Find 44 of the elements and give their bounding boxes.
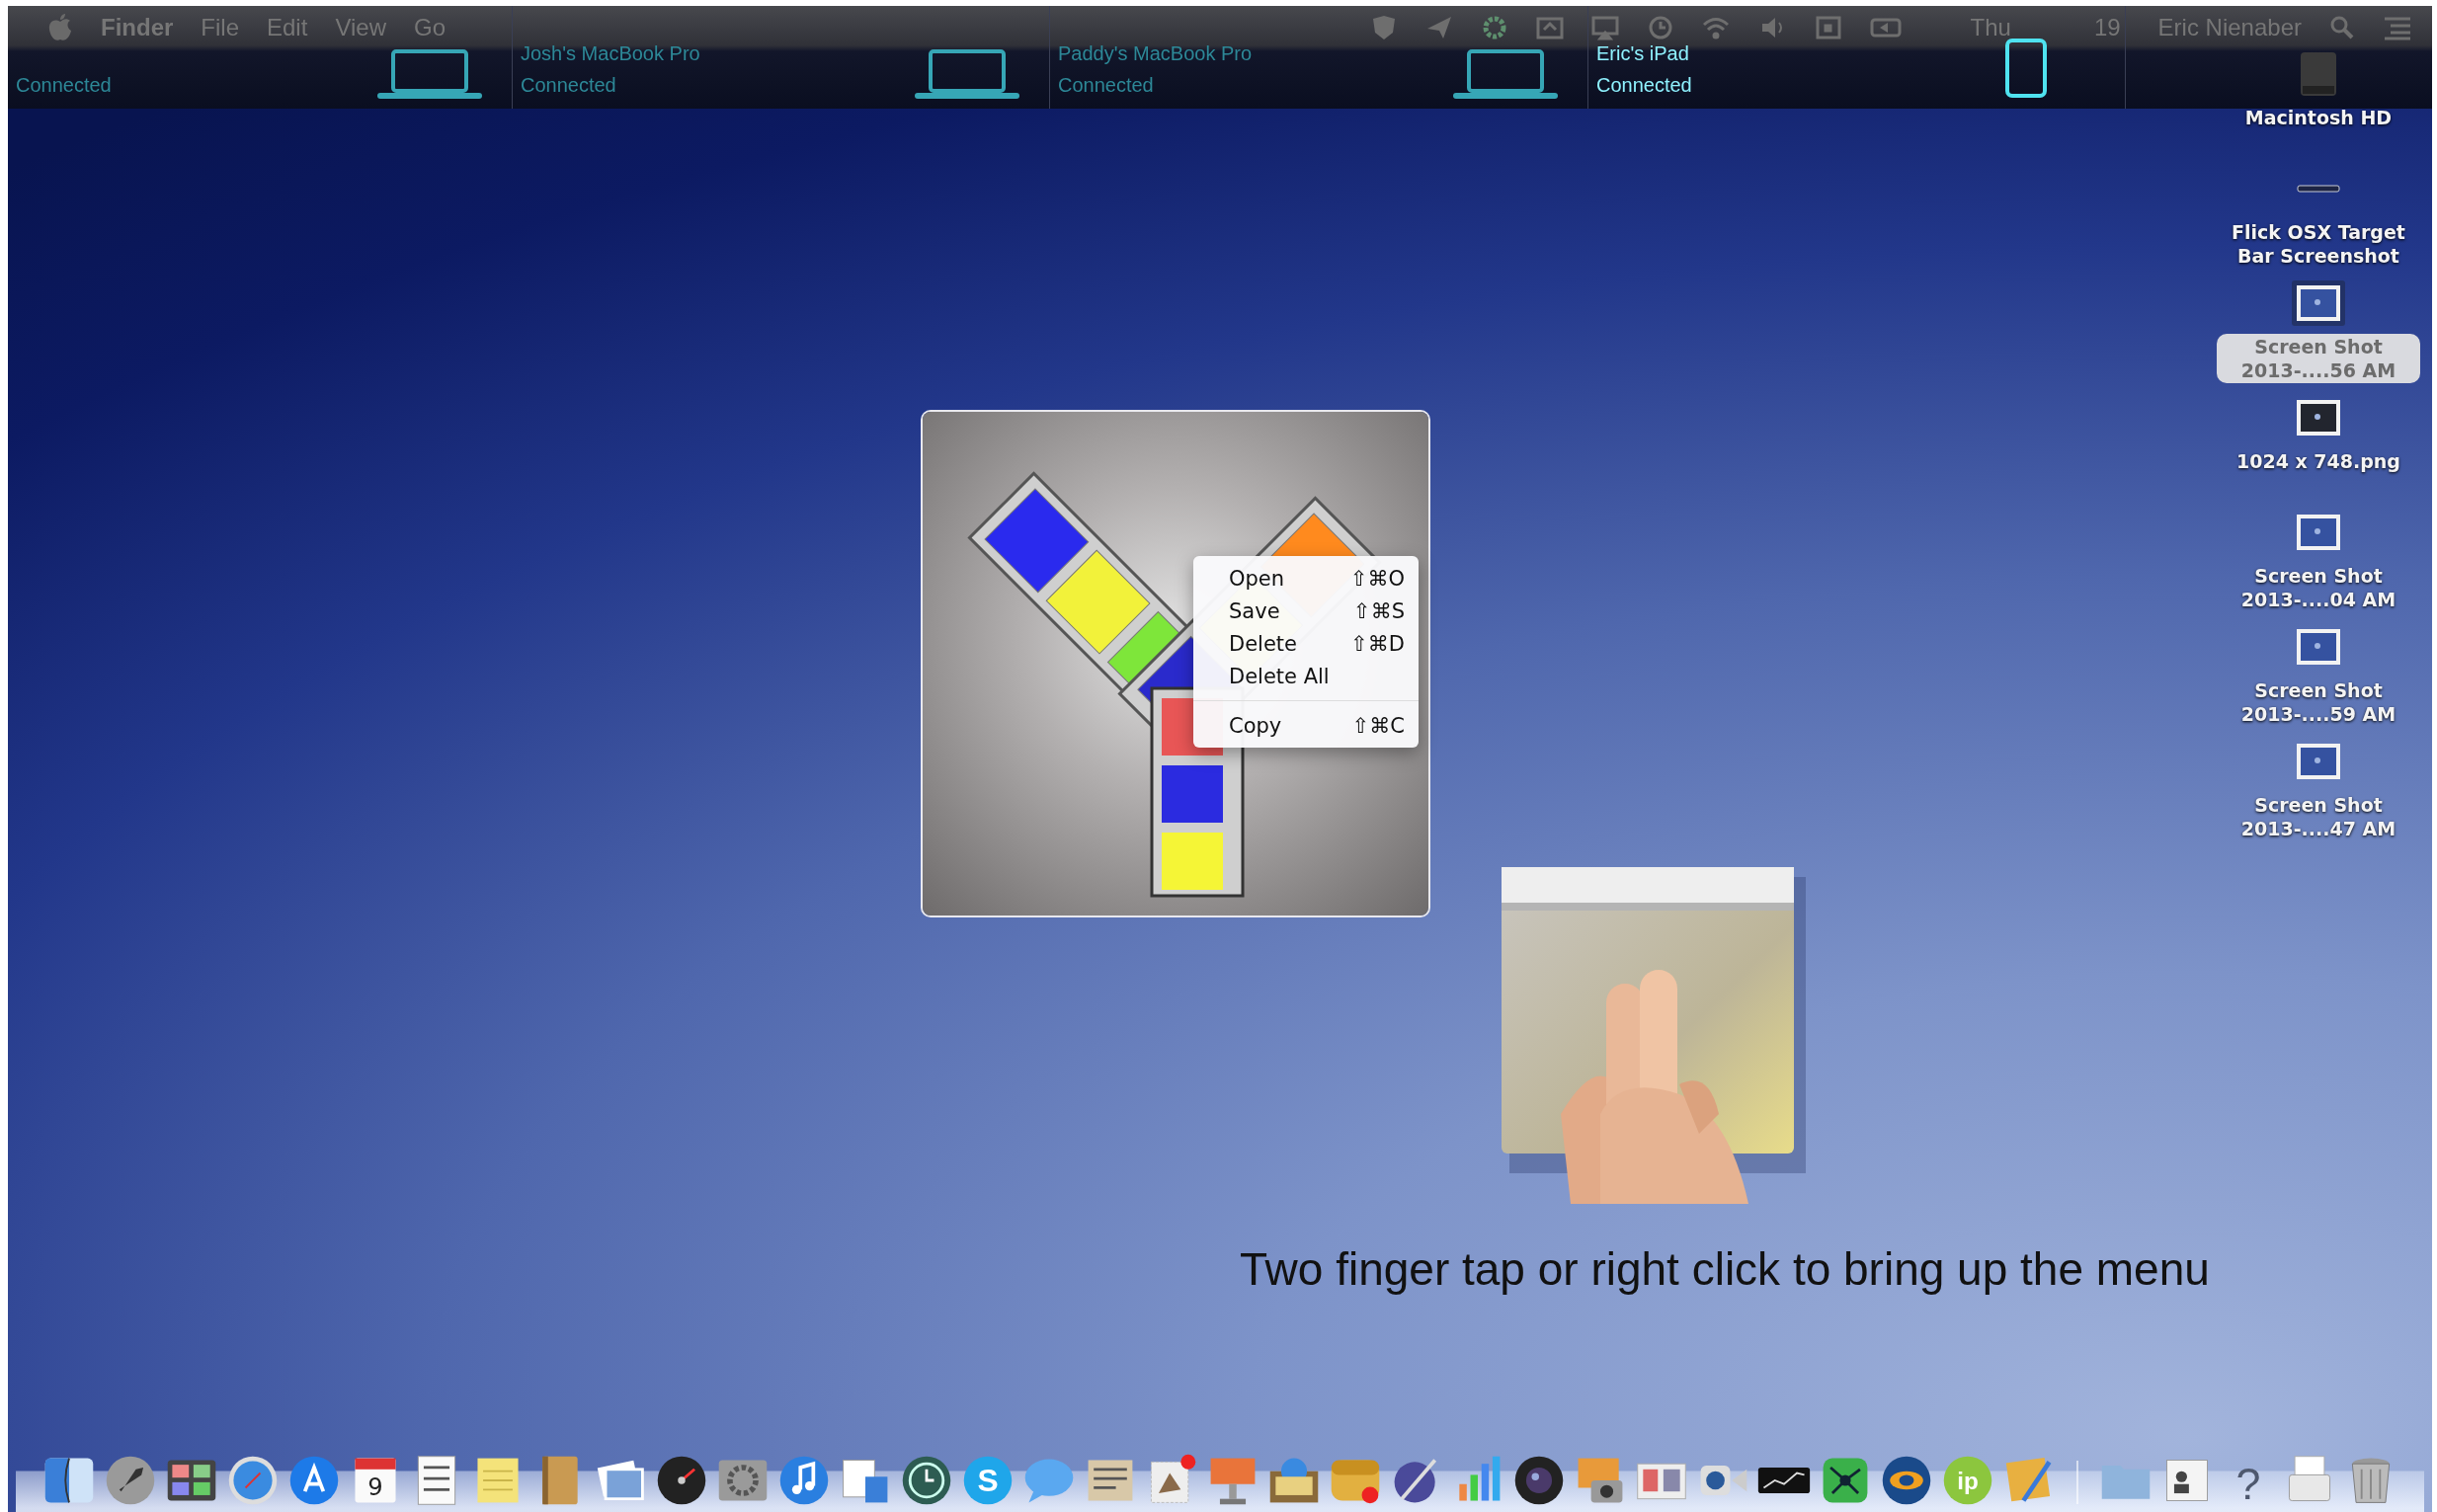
image-thumbnail-icon bbox=[2296, 743, 2341, 780]
image-thumbnail-icon bbox=[2296, 399, 2341, 437]
connection-status: Connected bbox=[1596, 73, 1692, 97]
desktop-file-label[interactable]: Screen Shot 2013-....59 AM bbox=[2217, 677, 2420, 727]
device-name: Josh's MacBook Pro bbox=[521, 41, 700, 65]
connection-status: Connected bbox=[521, 73, 617, 97]
search-icon[interactable] bbox=[2329, 15, 2355, 40]
instruction-text: Two finger tap or right click to bring up the menu bbox=[1240, 1242, 2210, 1296]
menu-item[interactable]: Go bbox=[413, 14, 446, 41]
desktop-file-label[interactable]: Screen Shot 2013-....04 AM bbox=[2217, 563, 2420, 612]
menu-option[interactable]: Open ⇧⌘O bbox=[1193, 562, 1419, 595]
question-mark-icon[interactable]: ? bbox=[2221, 1453, 2276, 1508]
desktop-file-label[interactable]: 1024 x 748.png bbox=[2229, 448, 2408, 474]
image-thumbnail-icon bbox=[2296, 514, 2341, 551]
image-thumbnail-icon bbox=[2296, 628, 2341, 666]
window-icon[interactable] bbox=[1814, 15, 1842, 40]
menu-option[interactable]: Copy ⇧⌘C bbox=[1193, 709, 1419, 742]
menu-item[interactable]: Finder bbox=[101, 14, 174, 41]
connection-status: Connected bbox=[16, 73, 112, 97]
menu-option[interactable]: Delete ⇧⌘D bbox=[1193, 627, 1419, 660]
clock-text[interactable]: Thu bbox=[1970, 14, 2011, 41]
display-icon[interactable] bbox=[1590, 15, 1619, 40]
menu-option[interactable]: Delete All bbox=[1193, 660, 1419, 692]
menu-item[interactable]: File bbox=[201, 14, 239, 41]
image-thumbnail-icon bbox=[2292, 280, 2345, 326]
tablet-icon bbox=[2004, 38, 2048, 99]
desktop-file-label[interactable]: Flick OSX Target Bar Screenshot bbox=[2217, 219, 2420, 269]
device-name: Eric's iPad bbox=[1596, 41, 1690, 65]
hard-drive-icon bbox=[2299, 50, 2338, 98]
list-icon[interactable] bbox=[2383, 15, 2412, 40]
menu-option[interactable]: Save ⇧⌘S bbox=[1193, 595, 1419, 627]
desktop-file-label[interactable]: Macintosh HD bbox=[2236, 105, 2400, 130]
eject-box-icon[interactable] bbox=[1535, 15, 1564, 40]
wifi-icon[interactable] bbox=[1701, 15, 1732, 40]
clock-text[interactable]: 19 bbox=[2093, 14, 2121, 41]
desktop-file-label[interactable]: Screen Shot 2013-....47 AM bbox=[2217, 792, 2420, 841]
apple-icon[interactable] bbox=[47, 13, 73, 42]
thin-bar-icon bbox=[2297, 185, 2340, 193]
device-name: Paddy's MacBook Pro bbox=[1058, 41, 1253, 65]
user-name[interactable]: Eric Nienaber bbox=[2157, 14, 2302, 41]
menu-item[interactable]: View bbox=[335, 14, 386, 41]
desktop-file-label[interactable]: Screen Shot 2013-....56 AM bbox=[2217, 334, 2420, 383]
menu-item[interactable]: Edit bbox=[267, 14, 308, 41]
connection-status: Connected bbox=[1058, 73, 1155, 97]
